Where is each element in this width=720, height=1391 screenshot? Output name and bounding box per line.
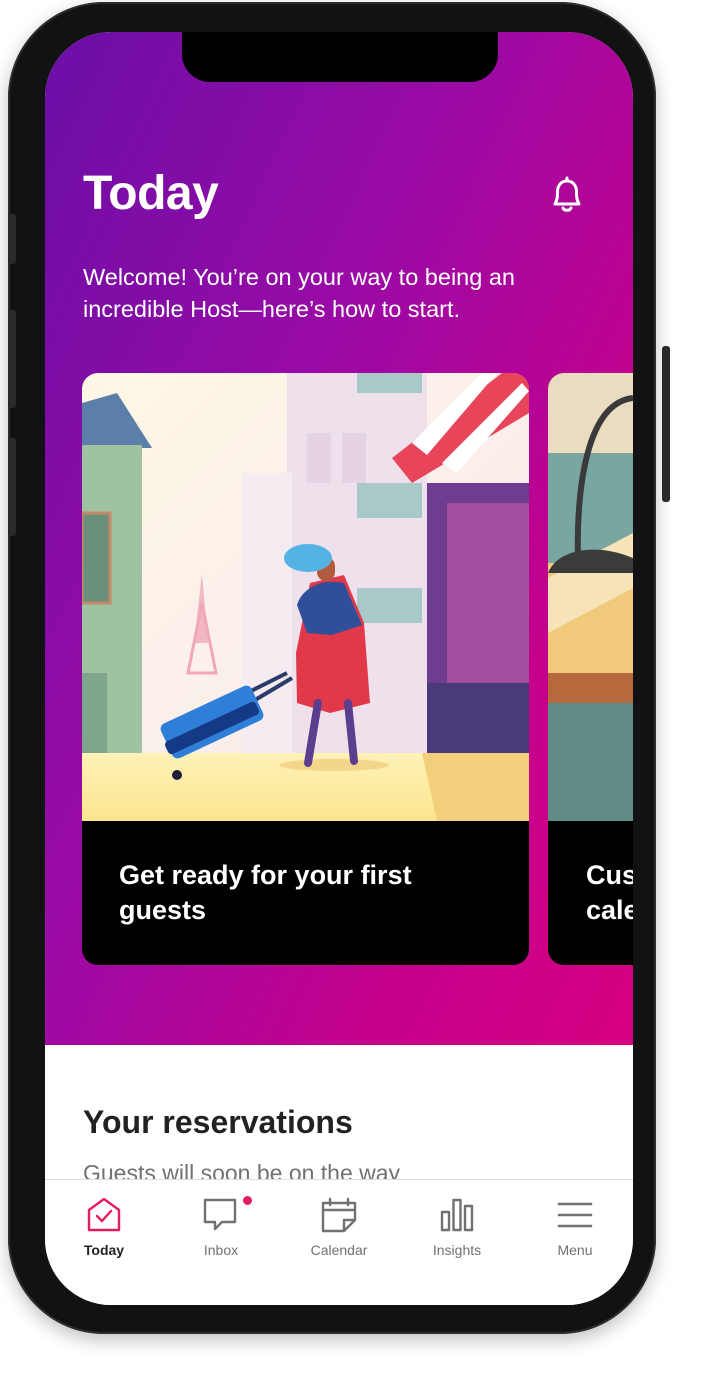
tab-label: Today — [83, 1242, 125, 1258]
menu-icon — [557, 1202, 593, 1228]
home-check-icon — [87, 1197, 121, 1232]
volume-up-button — [8, 310, 16, 408]
hero-section: Today Welcome! You’re on your way to bei… — [45, 32, 633, 1045]
power-button — [662, 346, 670, 502]
volume-down-button — [8, 438, 16, 536]
welcome-message: Welcome! You’re on your way to being an … — [83, 264, 515, 322]
phone-frame: Today Welcome! You’re on your way to bei… — [8, 2, 670, 1334]
tab-insights[interactable]: Insights — [407, 1196, 507, 1258]
tab-calendar[interactable]: Calendar — [289, 1196, 389, 1258]
app-screen: Today Welcome! You’re on your way to bei… — [45, 32, 633, 1305]
tab-label: Insights — [432, 1242, 482, 1258]
bottom-tab-bar: Today Inbox Calendar Insights Menu — [45, 1179, 633, 1305]
card-title: Cus cale — [586, 860, 633, 925]
travel-illustration — [82, 373, 529, 821]
bar-chart-icon — [440, 1198, 474, 1232]
lamp-illustration — [548, 373, 633, 821]
onboarding-card-calendar[interactable]: Cus cale — [548, 373, 633, 965]
tab-label: Menu — [557, 1242, 593, 1258]
tab-inbox[interactable]: Inbox — [171, 1196, 271, 1258]
chat-bubble-icon — [203, 1198, 237, 1231]
calendar-icon — [321, 1197, 357, 1233]
phone-notch — [182, 32, 498, 82]
mute-switch — [8, 214, 16, 264]
card-clip: Cus cale — [548, 373, 633, 965]
tab-label: Inbox — [203, 1242, 239, 1258]
tab-menu[interactable]: Menu — [525, 1196, 625, 1258]
reservations-title: Your reservations — [83, 1104, 353, 1140]
page-title: Today — [83, 167, 219, 220]
onboarding-card-first-guests[interactable]: Get ready for your first guests — [82, 373, 529, 965]
card-title: Get ready for your first guests — [119, 860, 412, 925]
tab-today[interactable]: Today — [54, 1196, 154, 1258]
tab-label: Calendar — [310, 1242, 368, 1258]
notifications-bell-icon[interactable] — [547, 172, 587, 216]
notification-dot — [243, 1196, 252, 1205]
